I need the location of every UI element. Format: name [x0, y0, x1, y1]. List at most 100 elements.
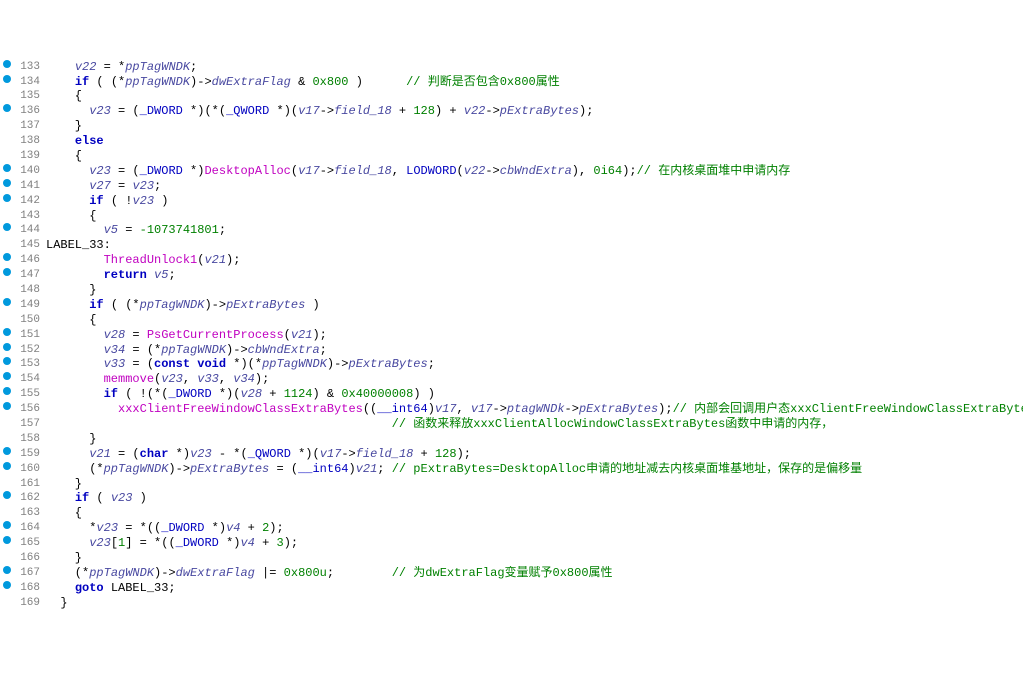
- breakpoint-gutter[interactable]: [0, 447, 14, 455]
- code-content[interactable]: v23[1] = *((_DWORD *)v4 + 3);: [46, 536, 1023, 551]
- code-content[interactable]: v22 = *ppTagWNDK;: [46, 60, 1023, 75]
- code-line[interactable]: 152 v34 = (*ppTagWNDK)->cbWndExtra;: [0, 343, 1023, 358]
- breakpoint-gutter[interactable]: [0, 402, 14, 410]
- code-content[interactable]: v28 = PsGetCurrentProcess(v21);: [46, 328, 1023, 343]
- code-content[interactable]: (*ppTagWNDK)->dwExtraFlag |= 0x800u; // …: [46, 566, 1023, 581]
- code-line[interactable]: 153 v33 = (const void *)(*ppTagWNDK)->pE…: [0, 357, 1023, 372]
- code-line[interactable]: 134 if ( (*ppTagWNDK)->dwExtraFlag & 0x8…: [0, 75, 1023, 90]
- code-line[interactable]: 137 }: [0, 119, 1023, 134]
- code-line[interactable]: 167 (*ppTagWNDK)->dwExtraFlag |= 0x800u;…: [0, 566, 1023, 581]
- code-content[interactable]: v23 = (_DWORD *)(*(_QWORD *)(v17->field_…: [46, 104, 1023, 119]
- breakpoint-icon[interactable]: [3, 328, 11, 336]
- code-line[interactable]: 150 {: [0, 313, 1023, 328]
- code-content[interactable]: {: [46, 313, 1023, 328]
- code-line[interactable]: 149 if ( (*ppTagWNDK)->pExtraBytes ): [0, 298, 1023, 313]
- code-content[interactable]: }: [46, 283, 1023, 298]
- code-content[interactable]: xxxClientFreeWindowClassExtraBytes((__in…: [46, 402, 1023, 417]
- code-line[interactable]: 166 }: [0, 551, 1023, 566]
- breakpoint-gutter[interactable]: [0, 164, 14, 172]
- code-line[interactable]: 140 v23 = (_DWORD *)DesktopAlloc(v17->fi…: [0, 164, 1023, 179]
- breakpoint-gutter[interactable]: [0, 60, 14, 68]
- breakpoint-icon[interactable]: [3, 491, 11, 499]
- breakpoint-icon[interactable]: [3, 104, 11, 112]
- breakpoint-icon[interactable]: [3, 372, 11, 380]
- breakpoint-gutter[interactable]: [0, 521, 14, 529]
- code-line[interactable]: 136 v23 = (_DWORD *)(*(_QWORD *)(v17->fi…: [0, 104, 1023, 119]
- breakpoint-icon[interactable]: [3, 581, 11, 589]
- code-content[interactable]: }: [46, 596, 1023, 611]
- breakpoint-gutter[interactable]: [0, 536, 14, 544]
- code-line[interactable]: 156 xxxClientFreeWindowClassExtraBytes((…: [0, 402, 1023, 417]
- breakpoint-gutter[interactable]: [0, 75, 14, 83]
- breakpoint-gutter[interactable]: [0, 357, 14, 365]
- breakpoint-icon[interactable]: [3, 462, 11, 470]
- code-line[interactable]: 135 {: [0, 89, 1023, 104]
- breakpoint-gutter[interactable]: [0, 491, 14, 499]
- breakpoint-gutter[interactable]: [0, 462, 14, 470]
- breakpoint-gutter[interactable]: [0, 223, 14, 231]
- code-line[interactable]: 148 }: [0, 283, 1023, 298]
- code-content[interactable]: if ( v23 ): [46, 491, 1023, 506]
- code-line[interactable]: 163 {: [0, 506, 1023, 521]
- code-content[interactable]: }: [46, 551, 1023, 566]
- breakpoint-gutter[interactable]: [0, 104, 14, 112]
- breakpoint-gutter[interactable]: [0, 566, 14, 574]
- code-line[interactable]: 141 v27 = v23;: [0, 179, 1023, 194]
- code-line[interactable]: 157 // 函数来释放xxxClientAllocWindowClassExt…: [0, 417, 1023, 432]
- code-line[interactable]: 145LABEL_33:: [0, 238, 1023, 253]
- code-content[interactable]: v27 = v23;: [46, 179, 1023, 194]
- code-content[interactable]: v34 = (*ppTagWNDK)->cbWndExtra;: [46, 343, 1023, 358]
- code-content[interactable]: else: [46, 134, 1023, 149]
- code-line[interactable]: 162 if ( v23 ): [0, 491, 1023, 506]
- code-content[interactable]: // 函数来释放xxxClientAllocWindowClassExtraBy…: [46, 417, 1023, 432]
- code-line[interactable]: 164 *v23 = *((_DWORD *)v4 + 2);: [0, 521, 1023, 536]
- code-line[interactable]: 155 if ( !(*(_DWORD *)(v28 + 1124) & 0x4…: [0, 387, 1023, 402]
- breakpoint-icon[interactable]: [3, 447, 11, 455]
- breakpoint-gutter[interactable]: [0, 581, 14, 589]
- code-line[interactable]: 146 ThreadUnlock1(v21);: [0, 253, 1023, 268]
- breakpoint-icon[interactable]: [3, 402, 11, 410]
- code-line[interactable]: 158 }: [0, 432, 1023, 447]
- code-content[interactable]: LABEL_33:: [46, 238, 1023, 253]
- code-content[interactable]: ThreadUnlock1(v21);: [46, 253, 1023, 268]
- code-content[interactable]: memmove(v23, v33, v34);: [46, 372, 1023, 387]
- code-content[interactable]: if ( !(*(_DWORD *)(v28 + 1124) & 0x40000…: [46, 387, 1023, 402]
- breakpoint-icon[interactable]: [3, 179, 11, 187]
- breakpoint-icon[interactable]: [3, 343, 11, 351]
- code-content[interactable]: goto LABEL_33;: [46, 581, 1023, 596]
- code-content[interactable]: {: [46, 89, 1023, 104]
- code-line[interactable]: 169 }: [0, 596, 1023, 611]
- breakpoint-gutter[interactable]: [0, 372, 14, 380]
- breakpoint-icon[interactable]: [3, 268, 11, 276]
- breakpoint-gutter[interactable]: [0, 343, 14, 351]
- code-line[interactable]: 139 {: [0, 149, 1023, 164]
- breakpoint-gutter[interactable]: [0, 298, 14, 306]
- code-content[interactable]: if ( !v23 ): [46, 194, 1023, 209]
- code-content[interactable]: *v23 = *((_DWORD *)v4 + 2);: [46, 521, 1023, 536]
- breakpoint-icon[interactable]: [3, 298, 11, 306]
- code-line[interactable]: 154 memmove(v23, v33, v34);: [0, 372, 1023, 387]
- code-content[interactable]: {: [46, 209, 1023, 224]
- code-line[interactable]: 168 goto LABEL_33;: [0, 581, 1023, 596]
- code-content[interactable]: {: [46, 506, 1023, 521]
- code-line[interactable]: 144 v5 = -1073741801;: [0, 223, 1023, 238]
- breakpoint-icon[interactable]: [3, 253, 11, 261]
- breakpoint-gutter[interactable]: [0, 387, 14, 395]
- breakpoint-icon[interactable]: [3, 536, 11, 544]
- breakpoint-icon[interactable]: [3, 223, 11, 231]
- breakpoint-icon[interactable]: [3, 521, 11, 529]
- breakpoint-gutter[interactable]: [0, 194, 14, 202]
- breakpoint-icon[interactable]: [3, 357, 11, 365]
- code-content[interactable]: v33 = (const void *)(*ppTagWNDK)->pExtra…: [46, 357, 1023, 372]
- breakpoint-icon[interactable]: [3, 194, 11, 202]
- breakpoint-gutter[interactable]: [0, 179, 14, 187]
- code-content[interactable]: v23 = (_DWORD *)DesktopAlloc(v17->field_…: [46, 164, 1023, 179]
- breakpoint-gutter[interactable]: [0, 328, 14, 336]
- code-content[interactable]: v21 = (char *)v23 - *(_QWORD *)(v17->fie…: [46, 447, 1023, 462]
- breakpoint-icon[interactable]: [3, 60, 11, 68]
- code-line[interactable]: 161 }: [0, 477, 1023, 492]
- code-line[interactable]: 151 v28 = PsGetCurrentProcess(v21);: [0, 328, 1023, 343]
- breakpoint-gutter[interactable]: [0, 253, 14, 261]
- code-line[interactable]: 133 v22 = *ppTagWNDK;: [0, 60, 1023, 75]
- code-content[interactable]: }: [46, 119, 1023, 134]
